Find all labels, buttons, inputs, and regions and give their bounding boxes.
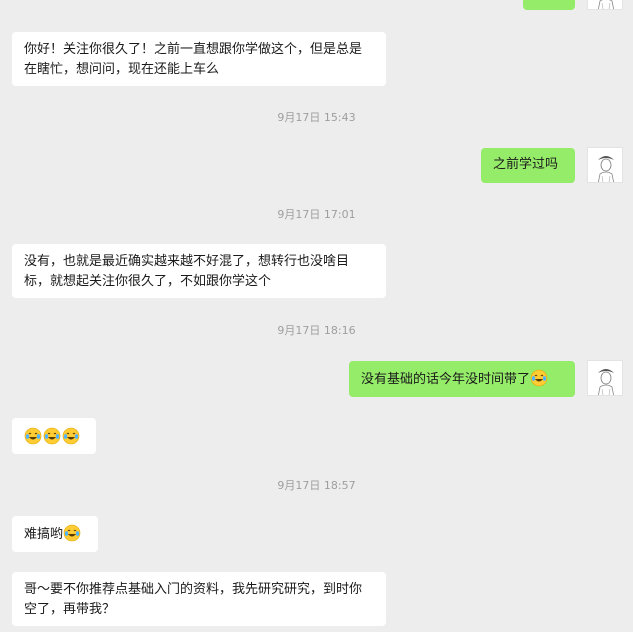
message-bubble-incoming[interactable]: 你好！关注你很久了！之前一直想跟你学做这个，但是总是在瞎忙，想问问，现在还能上车… bbox=[12, 32, 386, 86]
laughing-crying-emoji-icon bbox=[530, 369, 548, 387]
laughing-crying-emoji-icon bbox=[63, 524, 81, 542]
timestamp: 9月17日 18:16 bbox=[277, 324, 356, 337]
sketch-portrait-avatar-icon bbox=[588, 0, 622, 9]
chat-message-list[interactable]: 你好！关注你很久了！之前一直想跟你学做这个，但是总是在瞎忙，想问问，现在还能上车… bbox=[0, 0, 633, 632]
avatar[interactable] bbox=[587, 360, 623, 396]
message-bubble-outgoing[interactable]: 之前学过吗 bbox=[481, 148, 575, 183]
message-text: 难搞哟 bbox=[24, 527, 64, 542]
sketch-portrait-avatar-icon bbox=[588, 148, 622, 182]
avatar[interactable] bbox=[587, 0, 623, 10]
message-bubble-incoming[interactable]: 没有，也就是最近确实越来越不好混了，想转行也没啥目标，就想起关注你很久了，不如跟… bbox=[12, 244, 386, 298]
timestamp: 9月17日 17:01 bbox=[277, 208, 356, 221]
message-bubble-outgoing[interactable]: 没有基础的话今年没时间带了 bbox=[349, 361, 575, 397]
message-text: 你好！关注你很久了！之前一直想跟你学做这个，但是总是在瞎忙，想问问，现在还能上车… bbox=[24, 42, 363, 77]
message-bubble-incoming[interactable] bbox=[12, 418, 96, 454]
message-text: 哥～要不你推荐点基础入门的资料，我先研究研究，到时你空了，再带我？ bbox=[24, 582, 363, 617]
timestamp: 9月17日 18:57 bbox=[277, 479, 356, 492]
message-text: 没有基础的话今年没时间带了 bbox=[361, 372, 531, 387]
message-text: 没有，也就是最近确实越来越不好混了，想转行也没啥目标，就想起关注你很久了，不如跟… bbox=[24, 254, 350, 289]
sketch-portrait-avatar-icon bbox=[588, 361, 622, 395]
message-bubble-incoming[interactable]: 难搞哟 bbox=[12, 516, 98, 552]
message-bubble-partial[interactable] bbox=[523, 0, 575, 10]
laughing-crying-emoji-icon bbox=[62, 427, 80, 445]
message-bubble-incoming[interactable]: 哥～要不你推荐点基础入门的资料，我先研究研究，到时你空了，再带我？ bbox=[12, 572, 386, 626]
laughing-crying-emoji-icon bbox=[43, 427, 61, 445]
avatar[interactable] bbox=[587, 147, 623, 183]
laughing-crying-emoji-icon bbox=[24, 427, 42, 445]
timestamp: 9月17日 15:43 bbox=[277, 111, 356, 124]
message-text: 之前学过吗 bbox=[493, 157, 559, 172]
